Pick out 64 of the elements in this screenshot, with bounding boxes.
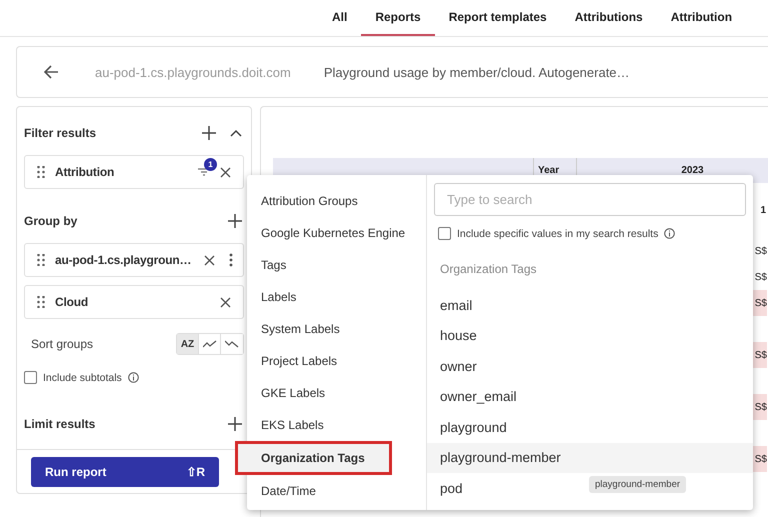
report-title: Playground usage by member/cloud. Autogenerate… <box>324 64 630 80</box>
table-header-cell: 1 <box>760 205 766 216</box>
category-item[interactable]: Google Kubernetes Engine <box>247 217 426 249</box>
drag-handle-icon[interactable] <box>37 166 45 178</box>
category-item[interactable]: System Labels <box>247 313 426 345</box>
category-item[interactable]: Tags <box>247 249 426 281</box>
plus-icon[interactable] <box>202 126 216 140</box>
nav-tab[interactable]: Reports <box>361 0 435 36</box>
filter-chip[interactable]: Attribution 1 <box>24 155 244 189</box>
section-heading: Organization Tags <box>440 262 538 276</box>
close-icon[interactable] <box>204 254 215 266</box>
close-icon[interactable] <box>220 166 231 178</box>
category-item[interactable]: Attribution Groups <box>247 185 426 217</box>
sort-label: Sort groups <box>31 337 94 351</box>
table-cell-text: S$ <box>754 270 767 284</box>
nav-tab[interactable]: All <box>318 0 362 36</box>
back-arrow-icon[interactable] <box>43 64 59 80</box>
nav-tab[interactable]: Attributions <box>560 0 657 36</box>
checkbox-label: Include specific values in my search results <box>457 228 658 240</box>
category-item[interactable]: Labels <box>247 281 426 313</box>
checkbox[interactable] <box>24 371 37 384</box>
chevron-up-icon[interactable] <box>230 129 242 137</box>
sort-option[interactable]: AZ <box>177 334 199 354</box>
chip-label: au-pod-1.cs.playgroun… <box>55 253 192 267</box>
plus-icon[interactable] <box>228 214 242 228</box>
report-source: au-pod-1.cs.playgrounds.doit.com <box>95 64 291 80</box>
table-cell-text: S$ <box>754 244 767 258</box>
plus-icon[interactable] <box>228 417 242 431</box>
chip-label: Cloud <box>55 295 89 309</box>
section-title: Limit results <box>24 417 96 431</box>
nav-tab[interactable]: Report templates <box>434 0 561 36</box>
count-badge: 1 <box>204 158 217 171</box>
section-title: Group by <box>24 214 78 228</box>
info-icon[interactable] <box>664 228 676 239</box>
checkbox[interactable] <box>438 227 451 240</box>
category-item[interactable]: Organization Tags <box>235 441 392 475</box>
group-chip[interactable]: Cloud <box>24 285 244 319</box>
tag-option[interactable]: playground <box>427 412 517 442</box>
search-field[interactable]: Type to search <box>434 183 746 216</box>
tag-option[interactable]: playground-member <box>427 442 753 473</box>
category-item[interactable]: GKE Labels <box>247 377 426 409</box>
category-item[interactable]: Date/Time <box>247 475 426 507</box>
drag-handle-icon[interactable] <box>37 296 45 308</box>
trend-down-icon <box>225 340 239 348</box>
info-icon[interactable] <box>128 372 139 383</box>
checkbox-label: Include subtotals <box>43 372 122 384</box>
tag-option[interactable]: house <box>427 320 487 351</box>
more-icon[interactable] <box>229 253 233 267</box>
category-item[interactable]: Project Labels <box>247 345 426 377</box>
chip-label: Attribution <box>55 165 116 179</box>
tooltip: playground-member <box>589 476 686 493</box>
filter-icon[interactable] <box>198 167 210 177</box>
run-report-button[interactable]: Run report ⇧R <box>31 457 219 487</box>
tag-option[interactable]: pod <box>427 473 473 504</box>
tag-option[interactable]: email <box>427 290 482 320</box>
close-icon[interactable] <box>220 296 231 308</box>
trend-up-icon <box>202 340 216 348</box>
nav-tab[interactable]: Attribution <box>656 0 746 36</box>
tag-option[interactable]: owner_email <box>427 382 527 412</box>
section-title: Filter results <box>24 126 98 140</box>
tag-option[interactable]: owner <box>427 351 487 382</box>
category-item[interactable]: EKS Labels <box>247 409 426 441</box>
group-chip[interactable]: au-pod-1.cs.playgroun… <box>24 243 244 277</box>
drag-handle-icon[interactable] <box>37 254 45 266</box>
